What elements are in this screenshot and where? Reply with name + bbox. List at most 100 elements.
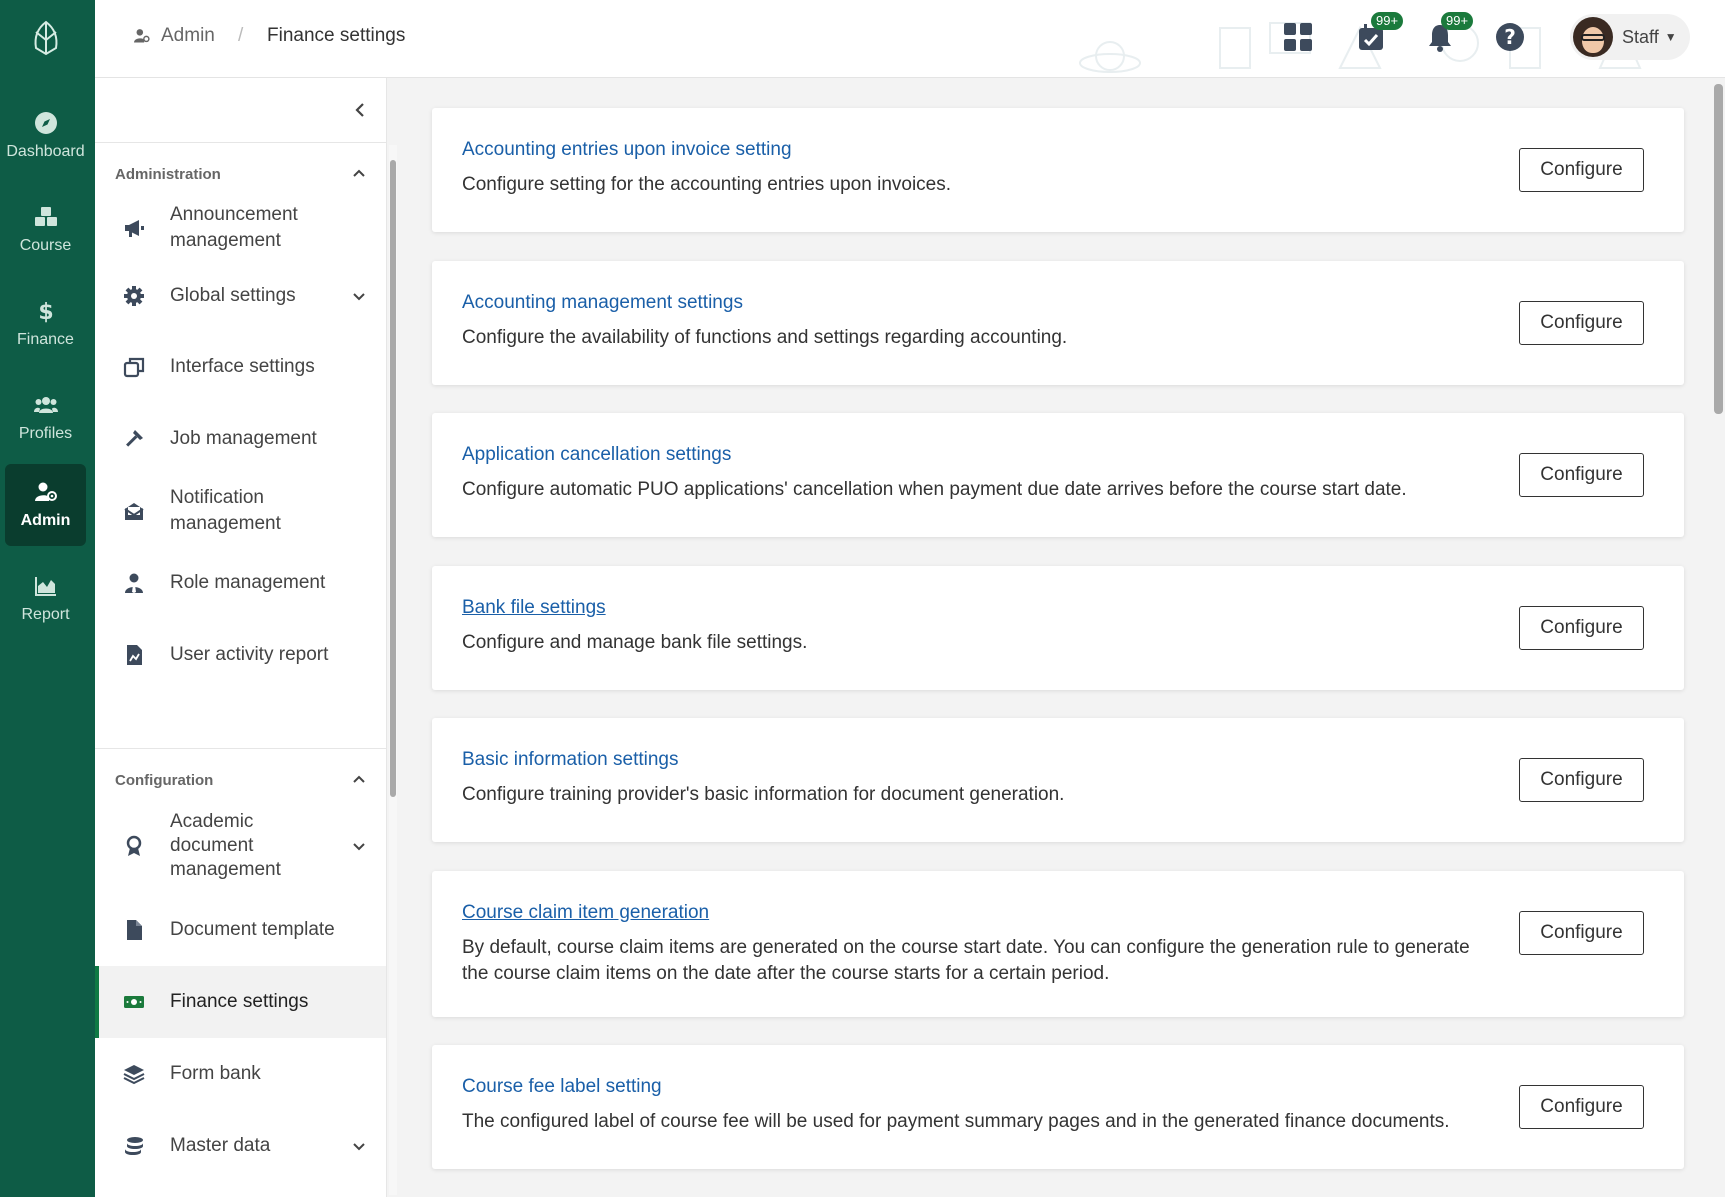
card-description: Configure training provider's basic info… (462, 784, 1065, 805)
card-description: The configured label of course fee will … (462, 1111, 1450, 1132)
nav-item-document-template[interactable]: Document template (95, 894, 386, 966)
card-title-link[interactable]: Course fee label setting (462, 1076, 662, 1098)
nav-item-label: Notification management (170, 487, 281, 534)
nav-item-label: Academic document management (170, 811, 281, 880)
card-title-link[interactable]: Application cancellation settings (462, 444, 731, 466)
collapse-sidebar-button[interactable] (350, 100, 370, 120)
chevron-up-icon[interactable] (351, 771, 367, 787)
window-restore-icon (123, 357, 145, 378)
rail-item-finance[interactable]: $ Finance (5, 283, 86, 365)
file-icon (127, 920, 142, 940)
nav-item-notification-management[interactable]: Notification management (95, 475, 386, 547)
chevron-up-icon[interactable] (351, 165, 367, 181)
card-title-link[interactable]: Bank file settings (462, 597, 606, 619)
help-icon[interactable]: ? (1495, 22, 1525, 52)
configure-button[interactable]: Configure (1519, 301, 1644, 345)
settings-card: Basic information settings Configure tra… (432, 718, 1684, 842)
nav-item-user-activity-report[interactable]: User activity report (95, 619, 386, 691)
nav-item-announcement-management[interactable]: Announcement management (95, 195, 386, 261)
nav-item-finance-settings[interactable]: Finance settings (95, 966, 386, 1038)
settings-card: Application cancellation settings Config… (432, 413, 1684, 537)
chevron-down-icon (353, 293, 365, 301)
nav-item-label: Global settings (170, 285, 296, 306)
nav-item-global-settings[interactable]: Global settings (95, 261, 386, 331)
file-chart-icon (127, 645, 142, 665)
nav-item-form-bank[interactable]: Form bank (95, 1038, 386, 1110)
rail-item-report[interactable]: Report (5, 558, 86, 640)
nav-item-label: Interface settings (170, 356, 315, 377)
money-bill-icon (124, 996, 144, 1008)
nav-item-label: User activity report (170, 644, 329, 665)
section-title-configuration: Configuration (115, 772, 214, 789)
rail-item-label: Dashboard (6, 143, 85, 160)
apps-grid-icon[interactable] (1283, 22, 1313, 52)
avatar (1573, 17, 1613, 57)
gear-icon (124, 286, 144, 306)
main-scrollbar[interactable] (1714, 84, 1723, 414)
hammer-icon (126, 430, 143, 447)
chevron-down-icon (353, 1143, 365, 1151)
nav-item-label: Job management (170, 428, 317, 449)
nav-item-master-data[interactable]: Master data (95, 1110, 386, 1182)
tasks-badge: 99+ (1371, 12, 1404, 30)
settings-card: Bank file settings Configure and manage … (432, 566, 1684, 690)
rail-item-profiles[interactable]: Profiles (5, 377, 86, 459)
card-description: Configure automatic PUO applications' ca… (462, 479, 1407, 500)
cubes-icon (34, 207, 57, 226)
settings-sidebar: Administration Announcement management G… (95, 78, 387, 1197)
breadcrumb-admin[interactable]: Admin (133, 25, 215, 47)
area-chart-icon (34, 577, 56, 596)
card-title-link[interactable]: Accounting entries upon invoice setting (462, 139, 792, 161)
sidebar-scrollbar[interactable] (390, 160, 396, 797)
rail-item-admin[interactable]: Admin (5, 464, 86, 546)
envelope-open-icon (124, 503, 144, 520)
nav-item-job-management[interactable]: Job management (95, 403, 386, 475)
users-icon (33, 397, 58, 413)
rail-item-dashboard[interactable]: Dashboard (5, 95, 86, 177)
user-menu[interactable]: Staff ▼ (1570, 14, 1690, 60)
user-name: Staff (1622, 26, 1659, 47)
user-tie-icon (125, 573, 143, 593)
card-description: By default, course claim items are gener… (462, 937, 1470, 984)
divider (95, 142, 386, 143)
settings-card-list: Accounting entries upon invoice setting … (400, 78, 1710, 1197)
card-title-link[interactable]: Course claim item generation (462, 902, 709, 924)
award-icon (126, 835, 142, 856)
breadcrumb-current: Finance settings (267, 25, 406, 46)
card-title-link[interactable]: Basic information settings (462, 749, 679, 771)
section-title-administration: Administration (115, 166, 221, 183)
configure-button[interactable]: Configure (1519, 758, 1644, 802)
nav-item-interface-settings[interactable]: Interface settings (95, 331, 386, 403)
megaphone-icon (125, 220, 144, 237)
rail-item-course[interactable]: Course (5, 189, 86, 271)
rail-item-label: Course (19, 237, 72, 254)
nav-item-label: Finance settings (170, 991, 309, 1012)
chevron-down-icon (353, 843, 365, 851)
svg-text:$: $ (38, 300, 53, 323)
chevron-left-icon (355, 103, 364, 117)
rail-item-label: Finance (17, 331, 74, 348)
breadcrumb-root-label: Admin (161, 25, 215, 46)
configure-button[interactable]: Configure (1519, 148, 1644, 192)
configure-button[interactable]: Configure (1519, 1085, 1644, 1129)
card-description: Configure the availability of functions … (462, 327, 1068, 348)
compass-icon (34, 112, 57, 134)
rail-item-label: Report (21, 606, 70, 623)
settings-card: Course fee label setting The configured … (432, 1045, 1684, 1169)
settings-card: Course claim item generation By default,… (432, 871, 1684, 1017)
nav-item-label: Document template (170, 919, 335, 940)
user-gear-icon (134, 29, 150, 43)
nav-item-label: Master data (170, 1135, 271, 1156)
configure-button[interactable]: Configure (1519, 606, 1644, 650)
notifications-badge: 99+ (1441, 12, 1474, 30)
svg-text:?: ? (1504, 25, 1516, 49)
configure-button[interactable]: Configure (1519, 453, 1644, 497)
app-logo-icon[interactable] (28, 18, 64, 58)
chevron-down-icon: ▼ (1664, 30, 1677, 44)
card-title-link[interactable]: Accounting management settings (462, 292, 743, 314)
layers-icon (123, 1065, 145, 1085)
nav-item-role-management[interactable]: Role management (95, 547, 386, 619)
rail-item-label: Admin (20, 512, 71, 529)
configure-button[interactable]: Configure (1519, 911, 1644, 955)
nav-item-academic-document-management[interactable]: Academic document management (95, 798, 386, 894)
